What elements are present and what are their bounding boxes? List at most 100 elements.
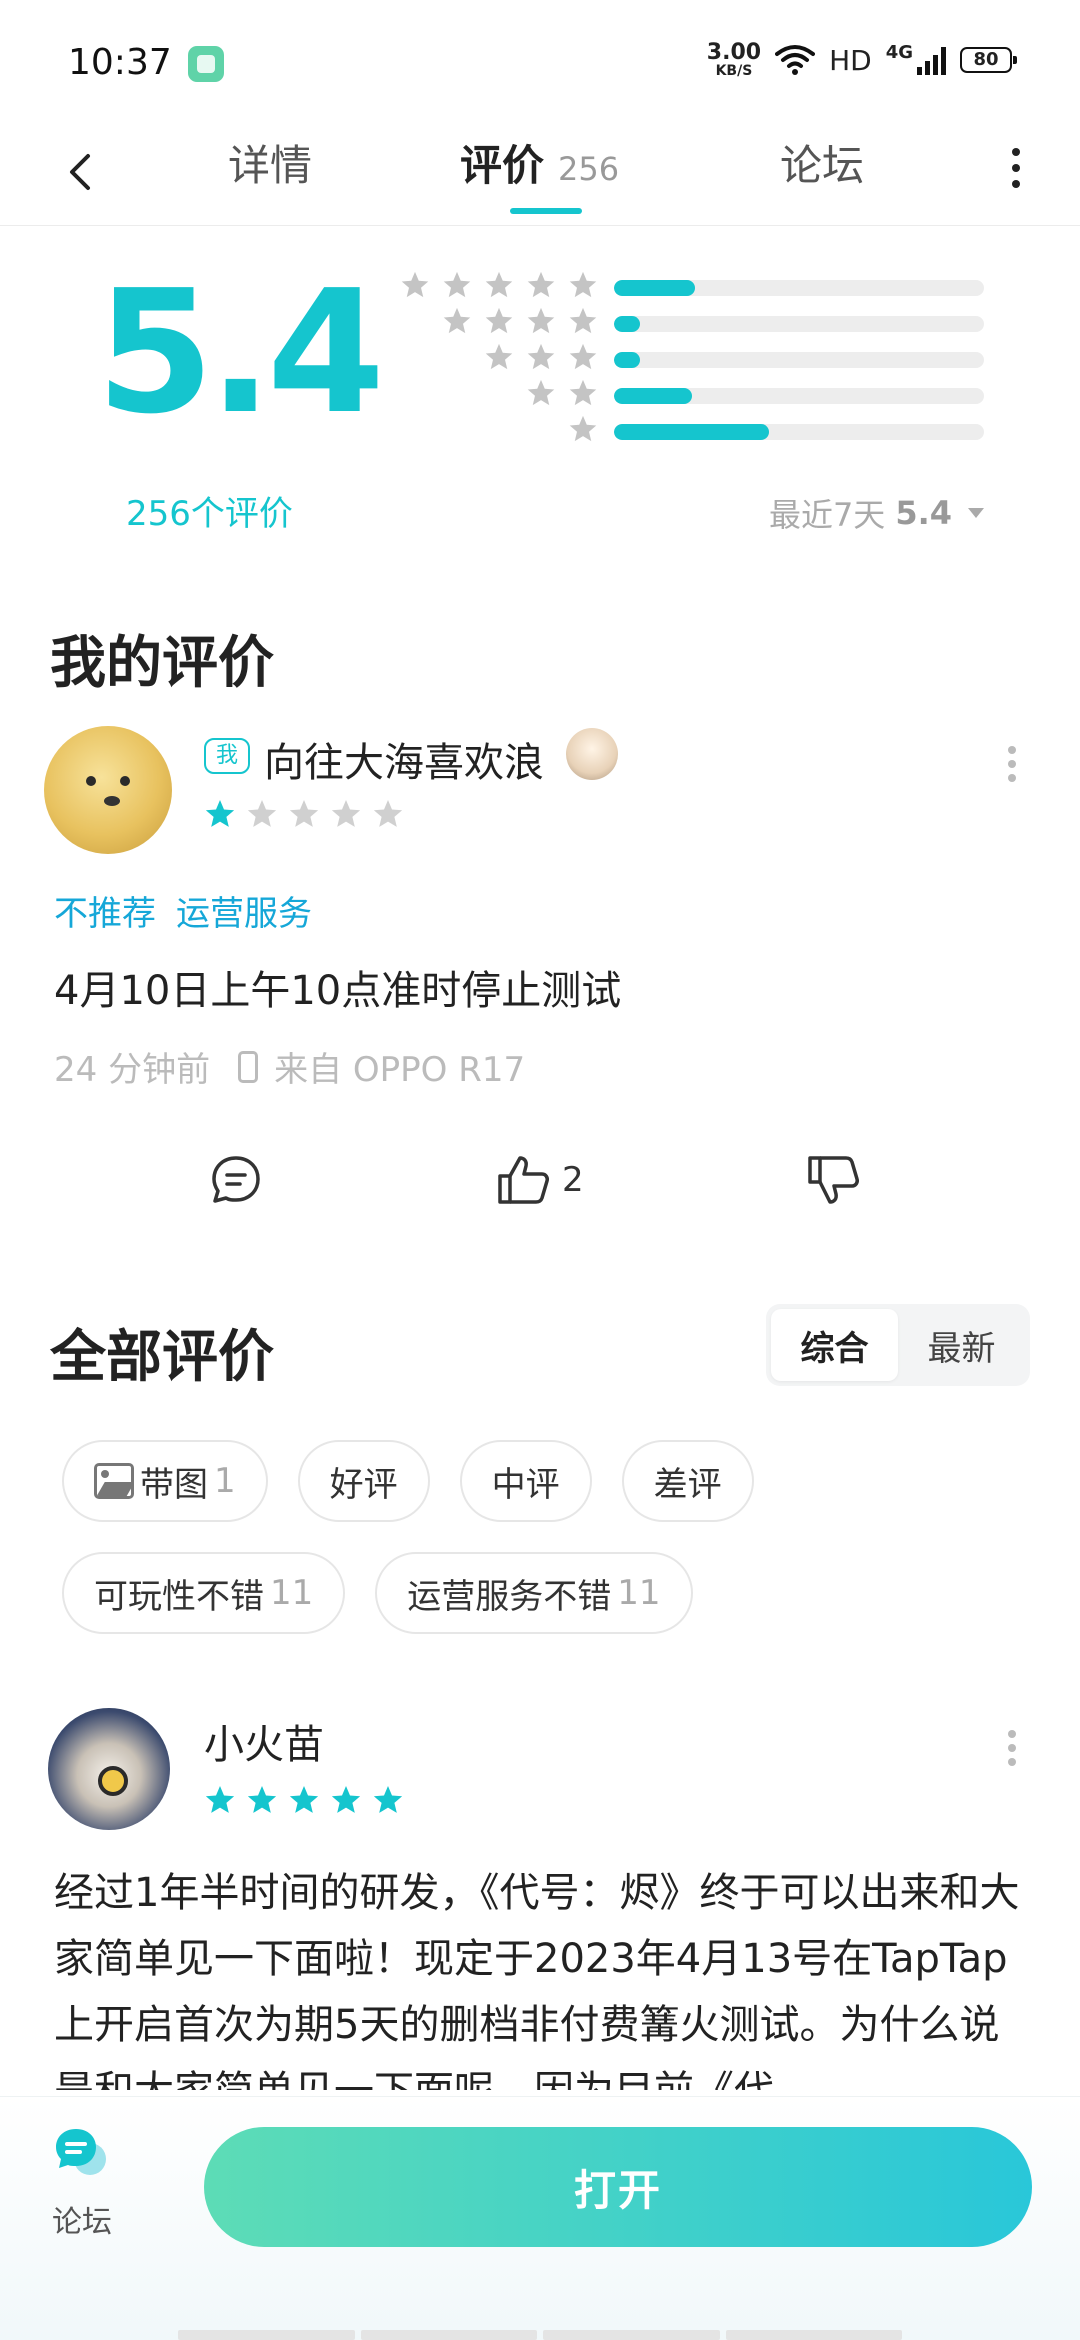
distribution-bar — [614, 352, 984, 368]
filter-operation[interactable]: 运营服务不错 11 — [375, 1552, 693, 1634]
star-icon — [485, 271, 513, 298]
star-icon — [527, 307, 555, 334]
distribution-bar-fill — [614, 280, 696, 296]
top-nav: 详情 评价 256 论坛 — [0, 120, 1080, 226]
comment-icon — [212, 1156, 260, 1203]
my-review-actions: 2 — [0, 1152, 1080, 1222]
distribution-bar — [614, 388, 984, 404]
filter-positive[interactable]: 好评 — [297, 1440, 430, 1522]
review-filters: 带图 1 好评 中评 差评 可玩性不错 11 运营服务不错 11 — [62, 1440, 1022, 1664]
image-icon — [94, 1463, 134, 1499]
bottom-bar: 论坛 打开 — [0, 2096, 1080, 2340]
back-icon[interactable] — [62, 152, 102, 192]
distribution-row-5-star — [400, 270, 990, 306]
distribution-stars — [568, 414, 598, 444]
star-filled-icon — [331, 1786, 361, 1813]
review-device: 来自 OPPO R17 — [274, 1050, 526, 1090]
star-icon — [527, 271, 555, 298]
network-speed: 3.00 KB/S — [706, 40, 762, 79]
recent-score-selector[interactable]: 最近7天 5.4 — [769, 490, 984, 536]
status-bar: 10:37 3.00 KB/S HD 4G 80 — [0, 0, 1080, 120]
all-reviews-title: 全部评价 — [50, 1325, 274, 1390]
distribution-bar — [614, 280, 984, 296]
active-tab-indicator — [510, 208, 582, 214]
distribution-row-1-star — [400, 414, 990, 450]
star-icon — [569, 271, 597, 298]
review-more-icon[interactable] — [1002, 1724, 1022, 1772]
star-icon — [443, 307, 471, 334]
signal-icon — [917, 45, 946, 75]
dislike-button[interactable] — [806, 1152, 862, 1208]
sort-latest[interactable]: 最新 — [898, 1309, 1025, 1381]
thumbs-down-icon — [808, 1156, 859, 1204]
tab-reviews[interactable]: 评价 256 — [460, 132, 619, 193]
reviewer-star-rating — [204, 1784, 404, 1816]
star-icon — [569, 379, 597, 406]
star-empty-icon — [373, 800, 403, 827]
star-icon — [443, 271, 471, 298]
review-time: 24 分钟前 — [54, 1050, 211, 1090]
distribution-stars — [400, 270, 598, 300]
filter-playability[interactable]: 可玩性不错 11 — [62, 1552, 346, 1634]
distribution-bar-fill — [614, 352, 640, 368]
distribution-stars — [442, 306, 598, 336]
sort-comprehensive[interactable]: 综合 — [771, 1309, 898, 1381]
my-avatar[interactable] — [44, 726, 172, 854]
dropdown-arrow-icon — [968, 508, 984, 518]
star-icon — [569, 307, 597, 334]
distribution-row-4-star — [400, 306, 990, 342]
tab-details[interactable]: 详情 — [228, 132, 312, 193]
filter-negative[interactable]: 差评 — [621, 1440, 754, 1522]
star-empty-icon — [247, 800, 277, 827]
my-review-more-icon[interactable] — [1002, 740, 1022, 788]
app-notification-icon — [188, 46, 224, 82]
star-icon — [527, 343, 555, 370]
review-body[interactable]: 经过1年半时间的研发，《代号：烬》终于可以出来和大家简单见一下面啦！现定于202… — [54, 1860, 1034, 2090]
open-app-button[interactable]: 打开 — [204, 2127, 1032, 2247]
forum-button[interactable]: 论坛 — [52, 2125, 112, 2241]
star-empty-icon — [289, 800, 319, 827]
reviewer-username[interactable]: 小火苗 — [204, 1712, 324, 1770]
star-filled-icon — [289, 1786, 319, 1813]
sort-toggle: 综合 最新 — [766, 1304, 1030, 1386]
reviewer-avatar[interactable] — [48, 1708, 170, 1830]
tag-not-recommend: 不推荐 — [54, 894, 156, 934]
phone-icon — [238, 1050, 259, 1083]
network-type: 4G — [885, 42, 913, 63]
star-filled-icon — [247, 1786, 277, 1813]
more-options-icon[interactable] — [1004, 138, 1028, 198]
tag-operation-service: 运营服务 — [176, 894, 312, 934]
distribution-bar — [614, 316, 984, 332]
tab-forum[interactable]: 论坛 — [780, 132, 864, 193]
star-icon — [527, 379, 555, 406]
star-filled-icon — [373, 1786, 403, 1813]
filter-neutral[interactable]: 中评 — [459, 1440, 592, 1522]
star-icon — [569, 415, 597, 442]
gesture-bar — [178, 2330, 902, 2340]
distribution-stars — [526, 378, 598, 408]
my-review-text: 4月10日上午10点准时停止测试 — [54, 968, 622, 1014]
star-filled-icon — [205, 800, 235, 827]
comment-button[interactable] — [208, 1152, 264, 1208]
filter-with-image[interactable]: 带图 1 — [62, 1440, 268, 1522]
distribution-bar-fill — [614, 316, 640, 332]
like-count: 2 — [562, 1160, 584, 1200]
distribution-bar — [614, 424, 984, 440]
my-username[interactable]: 向往大海喜欢浪 — [264, 730, 544, 788]
star-icon — [485, 307, 513, 334]
forum-chat-icon — [56, 2129, 106, 2175]
status-time: 10:37 — [68, 42, 172, 83]
average-score: 5.4 — [96, 254, 385, 452]
status-indicators: 3.00 KB/S HD 4G 80 — [706, 40, 1017, 79]
user-decoration-icon — [566, 728, 618, 780]
like-button[interactable]: 2 — [496, 1152, 584, 1208]
star-icon — [569, 343, 597, 370]
star-icon — [485, 343, 513, 370]
star-empty-icon — [331, 800, 361, 827]
review-tab-count: 256 — [558, 150, 620, 188]
distribution-stars — [484, 342, 598, 372]
my-review-meta: 24 分钟前 来自 OPPO R17 — [54, 1042, 525, 1091]
my-star-rating — [204, 798, 404, 830]
wifi-icon — [775, 45, 816, 75]
rating-count: 256个评价 — [126, 494, 293, 534]
